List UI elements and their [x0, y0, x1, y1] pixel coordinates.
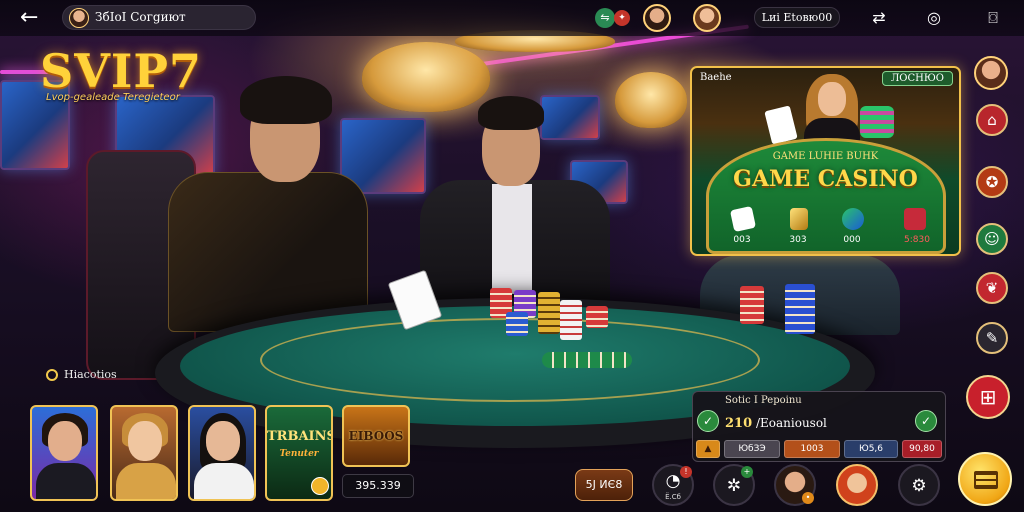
bet-amount-suffix: /Eoaniousol: [755, 416, 827, 430]
chip-button[interactable]: 90,80: [902, 440, 942, 458]
chip-stack: [506, 312, 528, 336]
swap-badge-icon[interactable]: ⇋: [595, 8, 615, 28]
bet-button[interactable]: 5J ИЄ8: [575, 469, 633, 501]
confirm-check-icon[interactable]: ✓: [915, 410, 937, 432]
back-arrow-icon[interactable]: ←: [20, 5, 48, 31]
badge-icon: !: [680, 466, 692, 478]
balance-display: Lиі Еtовю00: [754, 7, 840, 28]
card-header-button[interactable]: ЛОСНЮО: [881, 71, 953, 86]
chip-stack: [785, 284, 815, 334]
bet-panel-title: Sotic I Pepoinu: [725, 395, 802, 406]
store-icon[interactable]: ⊞: [966, 375, 1010, 419]
round-button-friend[interactable]: •: [774, 464, 816, 506]
chip-button[interactable]: ЮбЗЭ: [724, 440, 780, 458]
gamepad-icon[interactable]: ✎: [976, 322, 1008, 354]
camera-icon[interactable]: ⌼: [982, 7, 1004, 29]
friend-avatar[interactable]: [693, 4, 721, 32]
dice-icon: [904, 208, 926, 230]
chip-button[interactable]: Ю5,6: [844, 440, 898, 458]
avatar: [69, 8, 89, 28]
bet-amount-value: 210: [725, 416, 753, 431]
friend-avatar[interactable]: [643, 4, 671, 32]
card-stat: 5:830: [904, 235, 930, 245]
chip-stack: [740, 286, 764, 324]
card-header-label: Baehe: [700, 72, 732, 83]
chat-icon[interactable]: ☺: [976, 223, 1008, 255]
swap-icon[interactable]: ⇄: [868, 7, 890, 29]
bet-amount: 210 /Eoaniousol: [725, 416, 827, 431]
thumb-bingo-game[interactable]: EIBOOS: [342, 405, 410, 467]
chip-stack: [560, 300, 582, 340]
gift-icon[interactable]: ❦: [976, 272, 1008, 304]
thumb-title: EIBOOS: [348, 429, 404, 443]
chips-icon: [842, 208, 864, 230]
coin-icon: [311, 477, 329, 495]
notification-badge-icon[interactable]: ✦: [614, 10, 630, 26]
thumb-title: TRBAINS: [267, 429, 333, 444]
shop-icon[interactable]: ⌂: [976, 104, 1008, 136]
profile-pill[interactable]: ЗбIоI Согgиют: [62, 5, 256, 30]
thumb-player-2[interactable]: [110, 405, 178, 501]
card-fan: [764, 105, 798, 145]
card-subtitle: GAME LUHIE BUHK: [772, 151, 879, 162]
thumb-amount: 395.339: [342, 474, 414, 498]
location-pin-icon: [46, 369, 58, 381]
target-icon[interactable]: ◎: [923, 7, 945, 29]
chip-pile: [860, 106, 894, 138]
card-title: GAME CASINO: [733, 166, 918, 192]
card-icon: [729, 205, 757, 233]
thumb-trebans-game[interactable]: TRBAINS Tenuter: [265, 405, 333, 501]
brand-tagline: Lvop-gealeade Teregieteor: [46, 92, 180, 103]
menu-icon[interactable]: [958, 452, 1012, 506]
thumb-player-3[interactable]: [188, 405, 256, 501]
round-button-label: Ё.Сб: [665, 493, 681, 501]
featured-game-card[interactable]: Baehe ЛОСНЮО GAME LUHIE BUHK GAME CASINO…: [690, 66, 961, 256]
settings-gear-icon[interactable]: ⚙: [898, 464, 940, 506]
round-button-stats[interactable]: ◔ Ё.Сб !: [652, 464, 694, 506]
chip-stack: [538, 292, 560, 334]
card-stat: 000: [843, 235, 861, 245]
round-button-profile[interactable]: [836, 464, 878, 506]
card-stat: 003: [733, 235, 751, 245]
user-avatar[interactable]: [974, 56, 1008, 90]
brand-logo: SVIP7: [40, 44, 203, 98]
confirm-check-icon[interactable]: ✓: [697, 410, 719, 432]
wall-screen: [540, 95, 600, 140]
section-label: Hiacotios: [64, 368, 117, 381]
reward-icon[interactable]: ✪: [976, 166, 1008, 198]
chip-stack: [542, 352, 632, 368]
badge-icon: •: [802, 492, 814, 504]
thumb-player-1[interactable]: [30, 405, 98, 501]
gold-bar-icon: [790, 208, 808, 230]
chip-stack: [586, 306, 608, 328]
profile-name: ЗбIоI Согgиют: [95, 10, 186, 24]
thumb-subtitle: Tenuter: [279, 449, 319, 459]
chip-button[interactable]: 1003: [784, 440, 840, 458]
chandelier: [615, 72, 687, 128]
card-stat: 303: [789, 235, 807, 245]
round-button-spin[interactable]: ✲ +: [713, 464, 755, 506]
dealer-portrait: [800, 74, 864, 146]
chip-button-warning[interactable]: ▲: [696, 440, 720, 458]
badge-icon: +: [741, 466, 753, 478]
chandelier: [362, 42, 490, 112]
